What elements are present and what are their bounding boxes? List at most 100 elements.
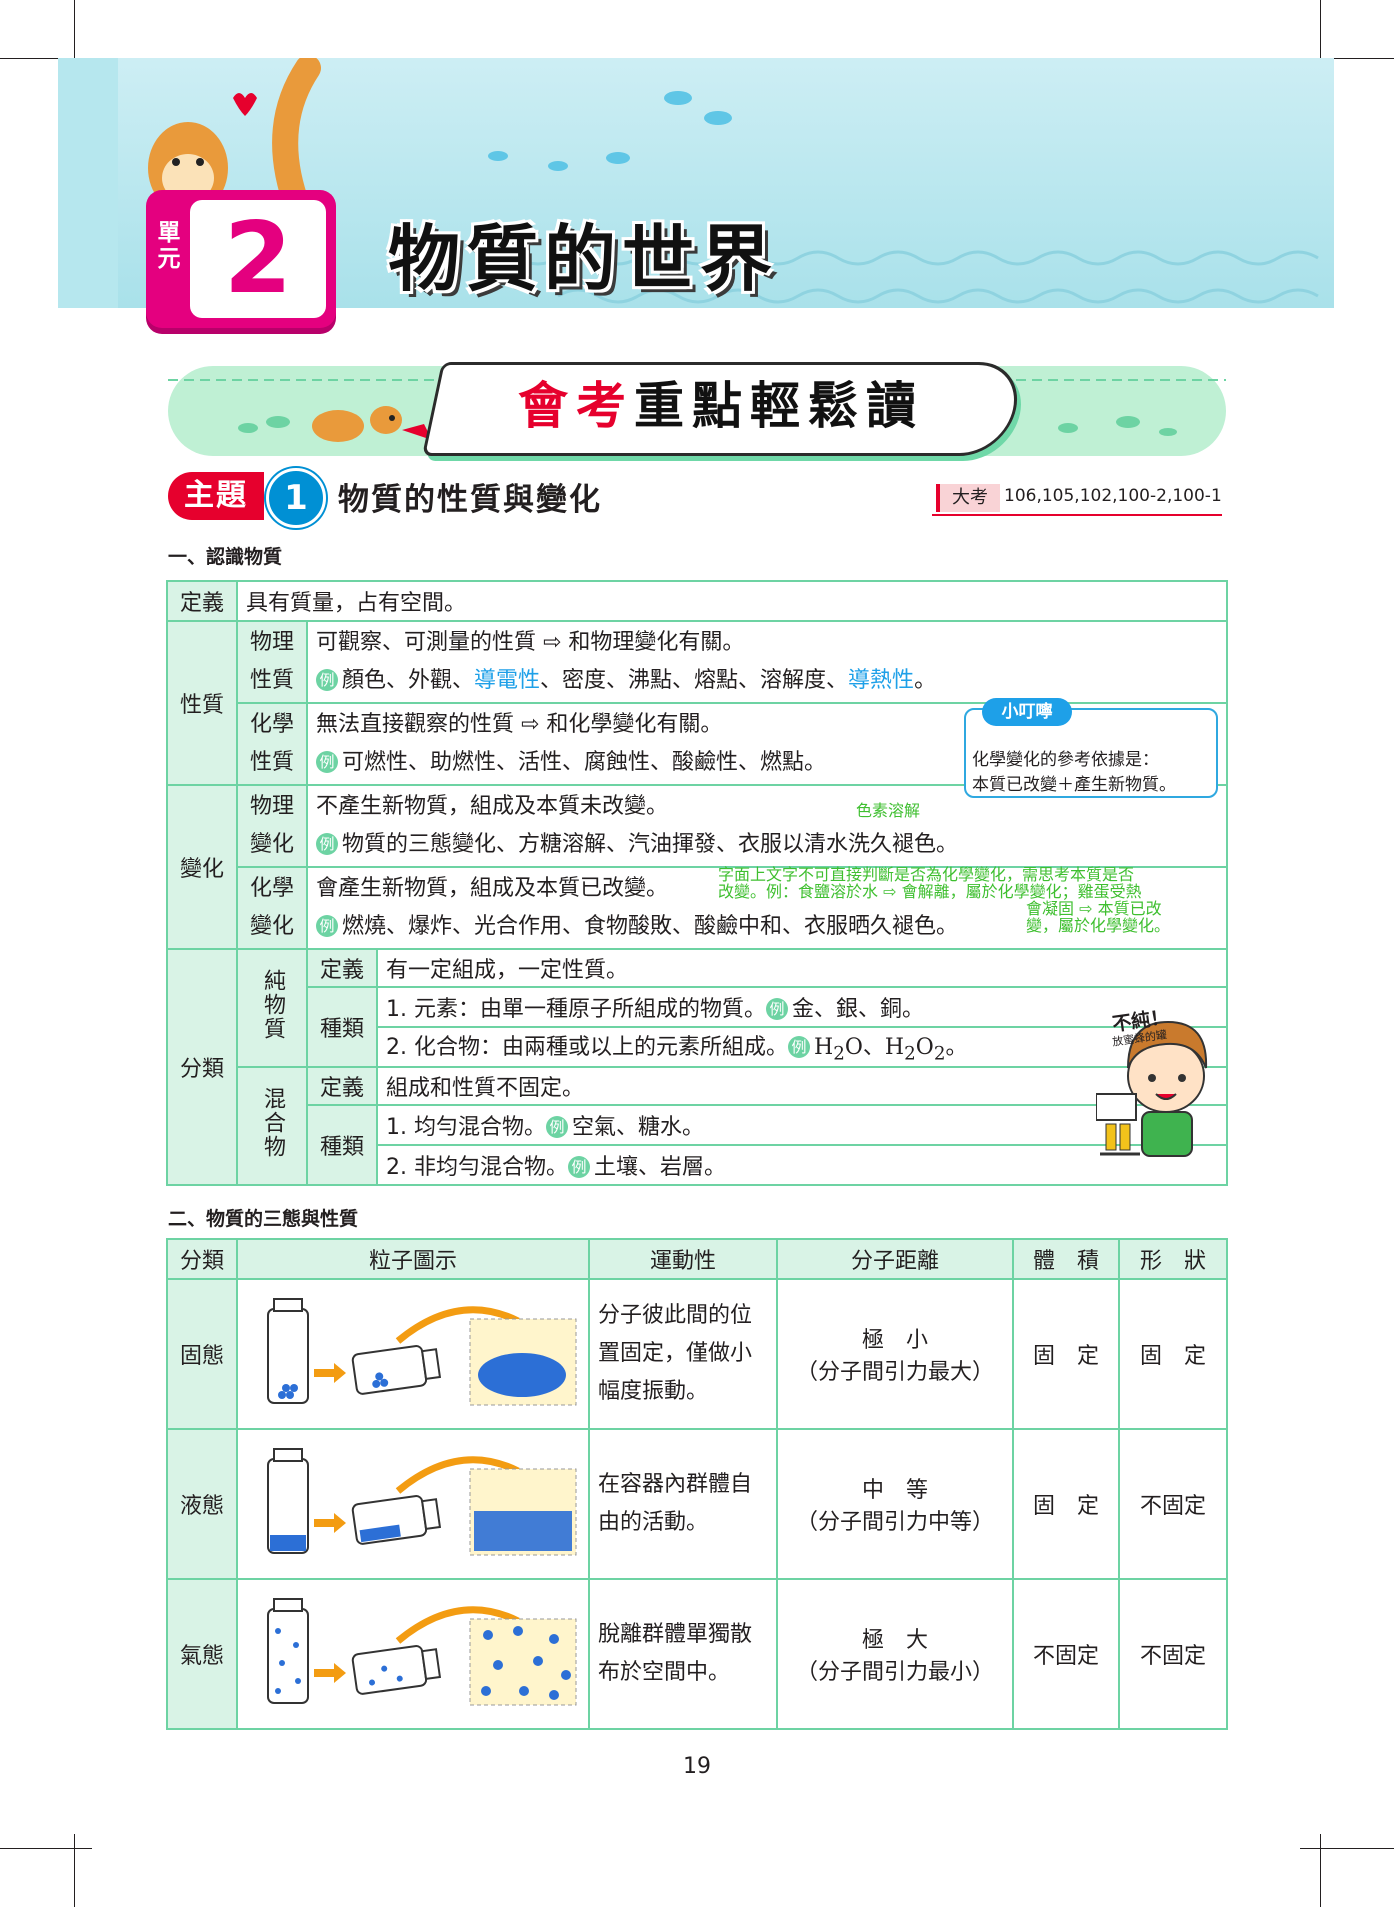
- example-icon: 例: [545, 1116, 568, 1138]
- exam-underline: [932, 514, 1222, 516]
- physical-property-example: 例顏色、外觀、導電性、密度、沸點、熔點、溶解度、導熱性。: [316, 662, 1218, 700]
- liquid-particle-icon: [267, 1448, 577, 1556]
- distance-cell: 極 小 （分子間引力最大）: [776, 1278, 1014, 1430]
- physical-property-label: 物理性質: [249, 630, 294, 693]
- formula-sub: 2: [933, 1043, 946, 1065]
- tip-line: 本質已改變＋產生新物質。: [972, 775, 1176, 795]
- formula-end: 。: [945, 1035, 968, 1061]
- distance-note: （分子間引力最小）: [795, 1660, 994, 1685]
- col-header: 運動性: [588, 1238, 778, 1280]
- banner-title-black: 重點輕鬆讀: [634, 377, 924, 435]
- gas-particle-icon: [267, 1598, 577, 1706]
- state-label: 液態: [166, 1428, 238, 1580]
- note-line: 字面上文字不可直接判斷是否為化學變化，需思考本質是否: [718, 865, 1135, 884]
- distance-cell: 極 大 （分子間引力最小）: [776, 1578, 1014, 1730]
- crop-mark: [1300, 1848, 1394, 1849]
- solid-particle-icon: [267, 1298, 577, 1406]
- cell-sublabel: 化學性質: [236, 702, 308, 786]
- cell-label: 種類: [306, 1104, 378, 1186]
- example-highlight: 導電性: [474, 668, 541, 693]
- chemical-change-label: 化學變化: [249, 876, 294, 939]
- cell-text: 具有質量，占有空間。: [236, 580, 1228, 622]
- example-icon: 例: [316, 833, 338, 855]
- page-number: 19: [683, 1754, 711, 1779]
- cell-label: 種類: [306, 986, 378, 1068]
- table-row: 固態 分子彼此間的位置固定，僅做小幅度振動。 極 小（分子間引力最大） 固 定 …: [166, 1278, 1228, 1430]
- motion-text: 分子彼此間的位置固定，僅做小幅度振動。: [588, 1278, 778, 1430]
- example-icon: 例: [316, 751, 338, 773]
- type-text: 2. 化合物：由兩種或以上的元素所組成。: [386, 1035, 788, 1061]
- formula-part: O、H: [844, 1035, 905, 1061]
- col-header: 形 狀: [1118, 1238, 1228, 1280]
- volume-cell: 固 定: [1012, 1278, 1120, 1430]
- example-text: 空氣、糖水。: [571, 1115, 704, 1140]
- volume-cell: 固 定: [1012, 1428, 1120, 1580]
- cell-text: 有一定組成，一定性質。: [376, 948, 1228, 988]
- distance-value: 中 等: [861, 1478, 928, 1503]
- cell-label: 定義: [306, 948, 378, 988]
- distance-note: （分子間引力中等）: [795, 1510, 994, 1535]
- example-text: 土壤、岩層。: [593, 1155, 726, 1180]
- banner-title: 會考重點輕鬆讀: [432, 370, 1010, 442]
- particle-diagram: [236, 1428, 590, 1580]
- example-icon: 例: [316, 669, 338, 691]
- example-text: 可燃性、助燃性、活性、腐蝕性、酸鹼性、燃點。: [342, 750, 827, 775]
- example-icon: 例: [567, 1156, 590, 1178]
- cell-label: 分類: [166, 948, 238, 1186]
- physical-property-desc: 可觀察、可測量的性質 ⇨ 和物理變化有關。: [316, 630, 745, 655]
- exam-tag: 大考: [936, 484, 1000, 512]
- example-icon: 例: [766, 998, 788, 1020]
- topic-tag: 主題: [168, 472, 264, 520]
- shape-cell: 不固定: [1118, 1428, 1228, 1580]
- state-label: 固態: [166, 1278, 238, 1430]
- section2-heading: 二、物質的三態與性質: [168, 1208, 359, 1230]
- physical-change-example: 例物質的三態變化、方糖溶解、汽油揮發、衣服以清水洗久褪色。: [316, 826, 1218, 864]
- motion-text: 在容器內群體自由的活動。: [588, 1428, 778, 1580]
- unit-badge: 單元 2: [146, 190, 336, 328]
- type-text: 1. 均勻混合物。: [386, 1115, 546, 1140]
- chemical-property-label: 化學性質: [249, 712, 294, 775]
- tip-text: 化學變化的參考依據是： 本質已改變＋產生新物質。: [972, 748, 1176, 798]
- type-text: 1. 元素：由單一種原子所組成的物質。: [386, 997, 766, 1022]
- chapter-title: 物質的世界: [388, 217, 779, 301]
- distance-cell: 中 等 （分子間引力中等）: [776, 1428, 1014, 1580]
- type-text: 2. 非均勻混合物。: [386, 1155, 568, 1180]
- formula-sub: 2: [833, 1043, 845, 1065]
- example-text: 金、銀、銅。: [792, 997, 925, 1022]
- formula-part: H: [814, 1035, 834, 1061]
- example-highlight: 導熱性: [848, 668, 915, 693]
- table-row: 液態 在容器內群體自由的活動。 中 等 （分子間引力中等） 固 定 不固定: [166, 1428, 1228, 1580]
- banner-title-red: 會考: [518, 377, 634, 435]
- note-line: 改變。例：食鹽溶於水 ⇨ 會解離，屬於化學變化；雞蛋受熱: [718, 882, 1142, 901]
- particle-diagram: [236, 1278, 590, 1430]
- chemical-change-note: 字面上文字不可直接判斷是否為化學變化，需思考本質是否 改變。例：食鹽溶於水 ⇨ …: [718, 866, 1198, 934]
- cell-label: 定義: [306, 1066, 378, 1106]
- exam-years: 106,105,102,100-2,100-1: [1004, 486, 1222, 506]
- example-text: 顏色、外觀、: [342, 668, 475, 693]
- topic-number: 1: [266, 468, 326, 528]
- crop-mark: [74, 1834, 75, 1907]
- cell-text: 可觀察、可測量的性質 ⇨ 和物理變化有關。 例顏色、外觀、導電性、密度、沸點、熔…: [306, 620, 1228, 704]
- mixture-label: 混合物: [260, 1087, 285, 1159]
- example-text: 。: [914, 668, 937, 693]
- cell-label: 變化: [166, 784, 238, 950]
- physical-change-label: 物理變化: [249, 794, 294, 857]
- shape-cell: 不固定: [1118, 1578, 1228, 1730]
- formula-part: O: [915, 1035, 934, 1061]
- tip-label: 小叮嚀: [982, 698, 1072, 726]
- shape-cell: 固 定: [1118, 1278, 1228, 1430]
- motion-text: 脫離群體單獨散布於空間中。: [588, 1578, 778, 1730]
- state-label: 氣態: [166, 1578, 238, 1730]
- particle-diagram: [236, 1578, 590, 1730]
- states-table: 分類 粒子圖示 運動性 分子距離 體 積 形 狀 固態 分子彼此間的位置固定，僅…: [166, 1238, 1228, 1730]
- note-line: 變，屬於化學變化。: [1026, 916, 1171, 935]
- example-text: 物質的三態變化、方糖溶解、汽油揮發、衣服以清水洗久褪色。: [342, 832, 959, 857]
- cell-sublabel: 純物質: [236, 948, 308, 1068]
- crop-mark: [0, 1848, 92, 1849]
- pigment-note: 色素溶解: [856, 801, 921, 820]
- example-icon: 例: [788, 1036, 810, 1059]
- unit-number: 2: [223, 202, 293, 316]
- col-header: 體 積: [1012, 1238, 1120, 1280]
- volume-cell: 不固定: [1012, 1578, 1120, 1730]
- cell-sublabel: 物理變化: [236, 784, 308, 868]
